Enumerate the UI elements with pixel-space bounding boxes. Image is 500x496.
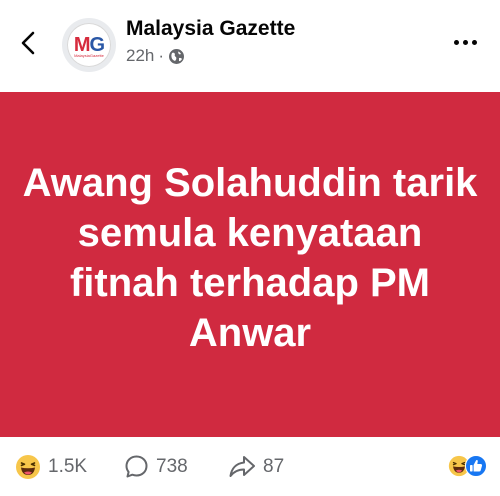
reactions-count: 1.5K bbox=[48, 456, 88, 477]
post-meta: 22h · bbox=[126, 46, 185, 66]
shares-count: 87 bbox=[263, 455, 285, 477]
more-options-button[interactable] bbox=[448, 32, 482, 52]
more-icon bbox=[453, 39, 459, 45]
back-button[interactable] bbox=[14, 28, 44, 58]
post-time[interactable]: 22h bbox=[126, 46, 154, 66]
page-avatar[interactable]: MG MalaysiaGazette bbox=[62, 18, 116, 72]
meta-separator: · bbox=[158, 46, 165, 65]
post-footer: 1.5K 738 87 bbox=[0, 437, 500, 496]
back-icon bbox=[21, 31, 35, 55]
reactions-count-button[interactable]: 1.5K bbox=[15, 454, 87, 480]
post-header: MG MalaysiaGazette Malaysia Gazette 22h … bbox=[0, 0, 500, 92]
haha-icon bbox=[15, 454, 41, 480]
shares-count-button[interactable]: 87 bbox=[228, 454, 284, 479]
logo-subtext: MalaysiaGazette bbox=[74, 53, 104, 58]
post-headline: Awang Solahuddin tarik semula kenyataan … bbox=[22, 160, 478, 355]
comment-icon bbox=[124, 454, 149, 479]
post-image[interactable]: Awang Solahuddin tarik semula kenyataan … bbox=[0, 92, 500, 437]
page-name[interactable]: Malaysia Gazette bbox=[126, 17, 295, 41]
reaction-icons[interactable] bbox=[448, 455, 487, 482]
comments-count: 738 bbox=[156, 455, 188, 477]
comments-count-button[interactable]: 738 bbox=[124, 454, 188, 479]
more-icon-dot-3 bbox=[471, 39, 477, 45]
malaysia-gazette-logo: MG MalaysiaGazette bbox=[67, 23, 111, 67]
globe-icon bbox=[168, 48, 185, 65]
share-icon bbox=[228, 454, 256, 479]
more-icon-dot-2 bbox=[462, 39, 468, 45]
like-icon bbox=[465, 455, 487, 482]
